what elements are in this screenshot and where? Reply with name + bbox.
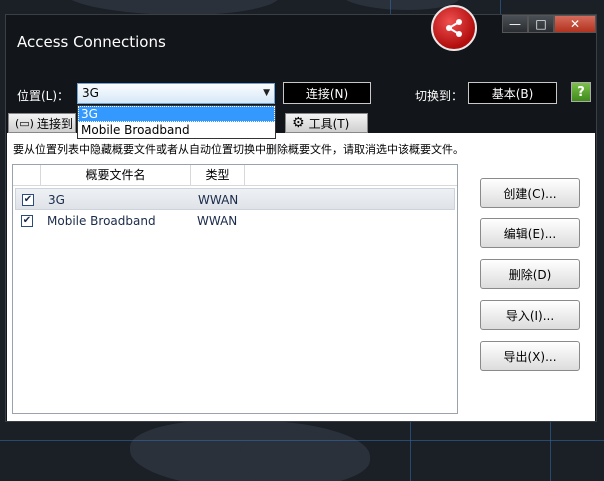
header-type[interactable]: 类型: [191, 165, 245, 185]
tab-tools[interactable]: ⚙ 工具(T): [285, 113, 368, 133]
window-controls: — □ ✕: [502, 15, 596, 33]
profile-name: Mobile Broadband: [47, 214, 156, 228]
tab-connect-label: 连接到: [36, 116, 73, 131]
close-button[interactable]: ✕: [554, 15, 596, 33]
access-connections-window: Access Connections — □ ✕ 位置(L)： 3G ▼ 3G …: [5, 5, 597, 422]
dropdown-option-mobile-broadband[interactable]: Mobile Broadband: [78, 122, 275, 138]
window-title: Access Connections: [17, 33, 166, 51]
table-row[interactable]: ✔ Mobile Broadband WWAN: [15, 210, 455, 232]
help-icon[interactable]: ?: [571, 82, 591, 102]
profile-checkbox[interactable]: ✔: [22, 194, 34, 206]
import-button[interactable]: 导入(I)...: [480, 300, 580, 330]
profile-type: WWAN: [197, 214, 238, 228]
gear-icon: ⚙: [292, 115, 305, 131]
switch-to-label: 切换到：: [415, 89, 464, 103]
location-combobox[interactable]: 3G ▼: [77, 83, 275, 104]
profile-list: 概要文件名 类型 ✔ 3G WWAN ✔ Mobile Broadband WW…: [12, 164, 458, 414]
dropdown-option-3g[interactable]: 3G: [78, 106, 275, 122]
connection-icon: (▭): [15, 116, 34, 130]
profile-type: WWAN: [198, 193, 239, 207]
profile-checkbox[interactable]: ✔: [21, 215, 33, 227]
basic-button[interactable]: 基本(B): [468, 82, 557, 104]
profile-name: 3G: [48, 193, 65, 207]
share-icon: [431, 5, 477, 51]
header-profile-name[interactable]: 概要文件名: [41, 165, 191, 185]
tab-tools-label: 工具(T): [308, 116, 350, 131]
export-button[interactable]: 导出(X)...: [480, 341, 580, 371]
chevron-down-icon[interactable]: ▼: [263, 84, 270, 103]
maximize-button[interactable]: □: [528, 15, 554, 33]
hint-text: 要从位置列表中隐藏概要文件或者从自动位置切换中删除概要文件，请取消选中该概要文件…: [13, 143, 464, 156]
table-row[interactable]: ✔ 3G WWAN: [15, 188, 455, 210]
location-dropdown-list: 3G Mobile Broadband: [77, 105, 276, 139]
profiles-panel: 要从位置列表中隐藏概要文件或者从自动位置切换中删除概要文件，请取消选中该概要文件…: [7, 133, 595, 421]
list-header: 概要文件名 类型: [13, 165, 457, 186]
header-check-column: [13, 165, 41, 185]
delete-button[interactable]: 删除(D): [480, 259, 580, 289]
create-button[interactable]: 创建(C)...: [480, 178, 580, 208]
edit-button[interactable]: 编辑(E)...: [480, 218, 580, 248]
tab-connect[interactable]: (▭) 连接到: [8, 113, 76, 133]
connect-button[interactable]: 连接(N): [283, 82, 371, 104]
location-label: 位置(L)：: [17, 89, 70, 103]
minimize-button[interactable]: —: [502, 15, 528, 33]
location-value: 3G: [82, 86, 99, 100]
